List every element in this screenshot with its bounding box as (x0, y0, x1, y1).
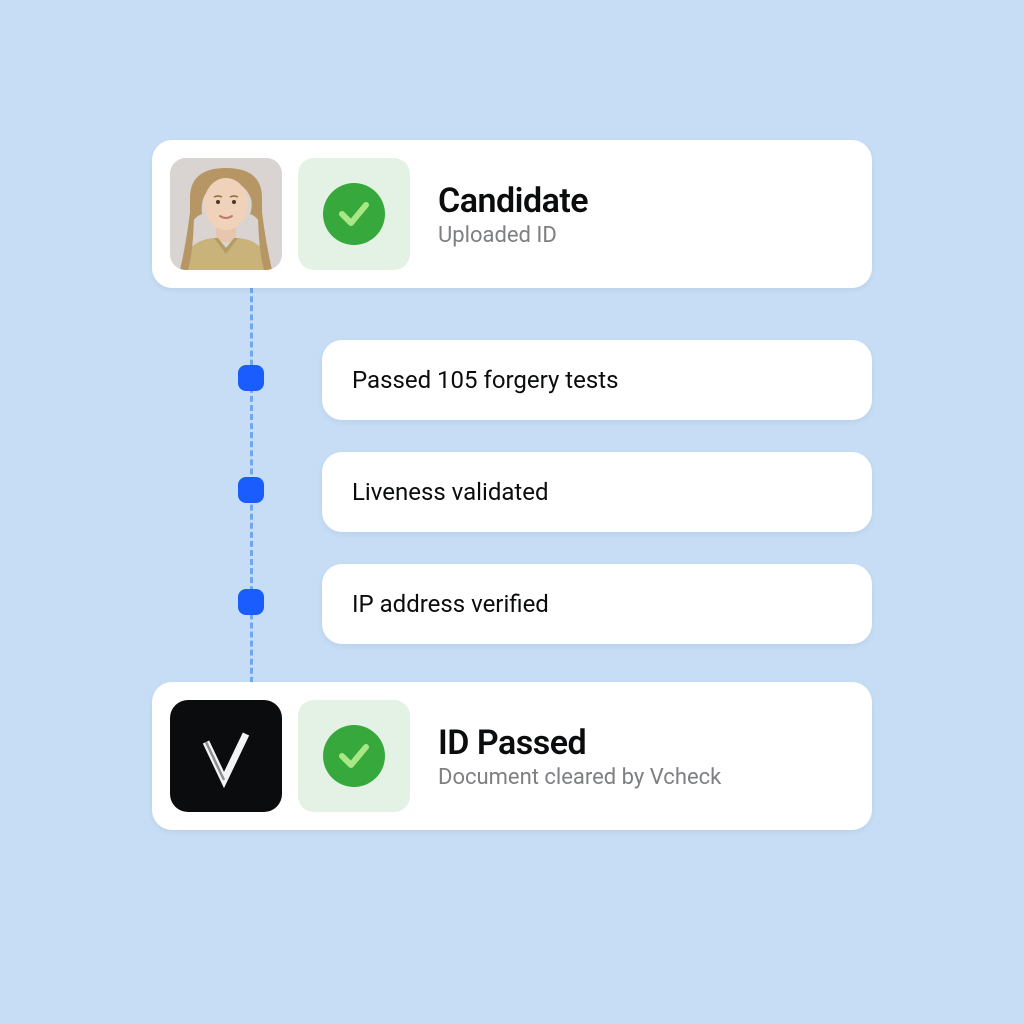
step-label: Liveness validated (352, 478, 549, 506)
candidate-photo (170, 158, 282, 270)
checkmark-icon (323, 183, 385, 245)
candidate-subtitle: Uploaded ID (438, 223, 588, 248)
step-label: Passed 105 forgery tests (352, 366, 618, 394)
verification-step: Passed 105 forgery tests (322, 340, 872, 420)
result-subtitle: Document cleared by Vcheck (438, 765, 721, 790)
person-photo-icon (170, 158, 282, 270)
timeline-dot (238, 477, 264, 503)
timeline-dot (238, 589, 264, 615)
step-label: IP address verified (352, 590, 549, 618)
vcheck-logo-icon (194, 724, 258, 788)
timeline-dot (238, 365, 264, 391)
vcheck-logo (170, 700, 282, 812)
candidate-card: Candidate Uploaded ID (152, 140, 872, 288)
result-status-tile (298, 700, 410, 812)
checkmark-icon (323, 725, 385, 787)
verification-step: IP address verified (322, 564, 872, 644)
verification-step: Liveness validated (322, 452, 872, 532)
candidate-status-tile (298, 158, 410, 270)
result-card: ID Passed Document cleared by Vcheck (152, 682, 872, 830)
candidate-title: Candidate (438, 181, 588, 221)
result-title: ID Passed (438, 723, 721, 763)
